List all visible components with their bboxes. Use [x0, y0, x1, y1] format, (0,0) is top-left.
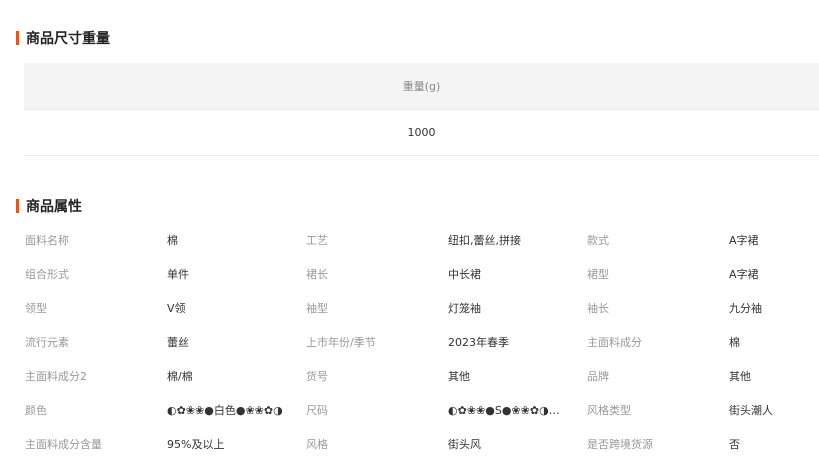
attribute-label: 袖长	[587, 302, 609, 315]
attribute-value: 棉	[167, 234, 178, 247]
attribute-value: A字裙	[729, 234, 759, 247]
weight-column-header: 重量(g)	[24, 63, 819, 110]
attribute-label: 主面料成分	[587, 336, 642, 349]
attribute-value: V领	[167, 302, 186, 315]
attribute-value: 中长裙	[448, 268, 481, 281]
attribute-value: 灯笼袖	[448, 302, 481, 315]
attribute-row: 面料名称 棉 工艺 纽扣,蕾丝,拼接 款式 A字裙	[25, 224, 815, 258]
attribute-value: A字裙	[729, 268, 759, 281]
attribute-value: 95%及以上	[167, 438, 225, 451]
attribute-label: 是否跨境货源	[587, 438, 653, 451]
size-section-title-text: 商品尺寸重量	[26, 31, 110, 47]
attribute-label: 组合形式	[25, 268, 69, 281]
attribute-label: 货号	[306, 370, 328, 383]
attribute-value: 街头潮人	[729, 404, 773, 417]
attribute-label: 裙型	[587, 268, 609, 281]
attribute-label: 裙长	[306, 268, 328, 281]
attribute-value: 否	[729, 438, 740, 451]
attribute-value: 纽扣,蕾丝,拼接	[448, 234, 521, 247]
section-accent-bar	[16, 31, 19, 45]
attribute-value: 棉/棉	[167, 370, 193, 383]
attribute-value: 其他	[448, 370, 470, 383]
attribute-label: 面料名称	[25, 234, 69, 247]
size-section-title: 商品尺寸重量	[16, 30, 110, 47]
attribute-value: 蕾丝	[167, 336, 189, 349]
attribute-label: 颜色	[25, 404, 47, 417]
attribute-value: 2023年春季	[448, 336, 509, 349]
attribute-label: 尺码	[306, 404, 328, 417]
attribute-row: 主面料成分含量 95%及以上 风格 街头风 是否跨境货源 否	[25, 428, 815, 462]
size-weight-table: 重量(g) 1000	[24, 63, 819, 156]
attribute-row: 流行元素 蕾丝 上市年份/季节 2023年春季 主面料成分 棉	[25, 326, 815, 360]
attribute-row: 主面料成分2 棉/棉 货号 其他 品牌 其他	[25, 360, 815, 394]
attribute-value: 其他	[729, 370, 751, 383]
attribute-row: 颜色 ◐✿❀❀●白色●❀❀✿◑ 尺码 ◐✿❀❀●S●❀❀✿◑,… 风格类型 街头潮人	[25, 394, 815, 428]
attr-section-title: 商品属性	[16, 198, 82, 215]
product-attributes-grid: 面料名称棉工艺 纽扣,蕾丝,拼接 款式 A字裙 组合形式 单件 裙长 中长裙 裙型 A字裙 领型 V领…	[25, 224, 815, 462]
attribute-value: 街头风	[448, 438, 481, 451]
attribute-label: 主面料成分2	[25, 370, 87, 383]
attribute-label: 风格类型	[587, 404, 631, 417]
attribute-value: ◐✿❀❀●白色●❀❀✿◑	[167, 404, 283, 417]
attr-section-title-text: 商品属性	[26, 199, 82, 215]
attribute-value: 单件	[167, 268, 189, 281]
attribute-value: ◐✿❀❀●S●❀❀✿◑,…	[448, 404, 563, 417]
attribute-label: 流行元素	[25, 336, 69, 349]
attribute-label: 风格	[306, 438, 328, 451]
attribute-label: 领型	[25, 302, 47, 315]
attribute-value: 九分袖	[729, 302, 762, 315]
attribute-label: 款式	[587, 234, 609, 247]
attribute-label: 主面料成分含量	[25, 438, 102, 451]
attribute-row: 组合形式 单件 裙长 中长裙 裙型 A字裙	[25, 258, 815, 292]
attribute-label: 袖型	[306, 302, 328, 315]
section-accent-bar	[16, 199, 19, 213]
weight-value: 1000	[24, 110, 819, 156]
attribute-label: 品牌	[587, 370, 609, 383]
attribute-label: 工艺	[306, 234, 328, 247]
attribute-label: 上市年份/季节	[306, 336, 376, 349]
attribute-value: 棉	[729, 336, 740, 349]
attribute-row: 领型 V领 袖型 灯笼袖 袖长 九分袖	[25, 292, 815, 326]
